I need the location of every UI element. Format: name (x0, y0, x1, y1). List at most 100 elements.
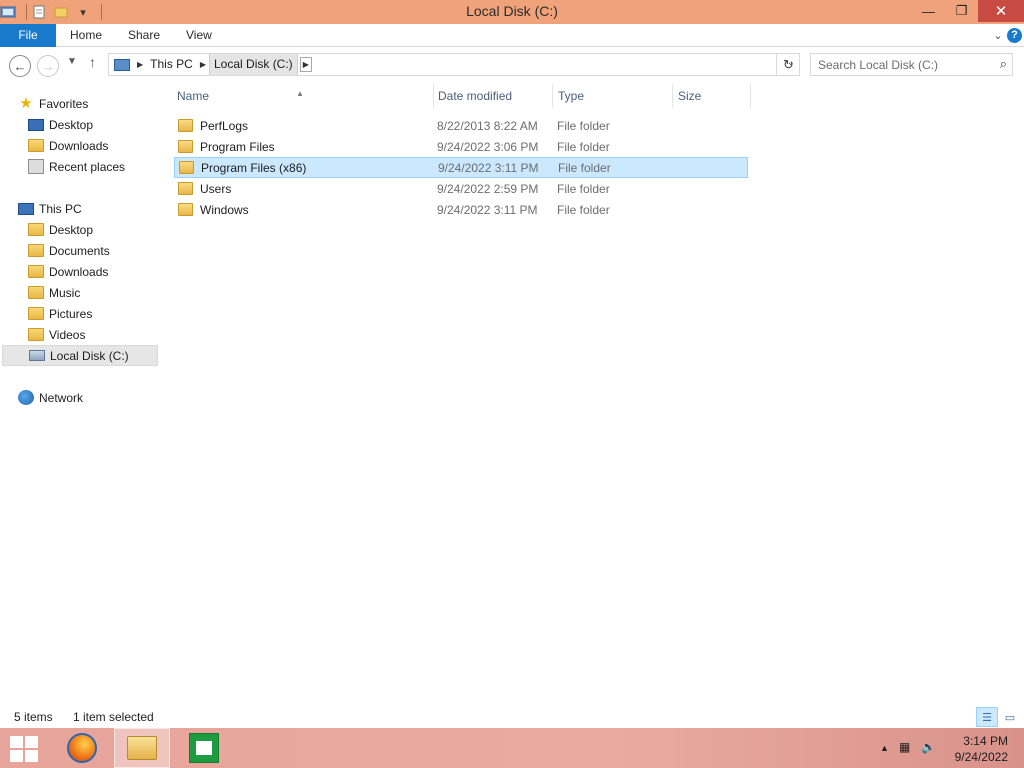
volume-muted-icon[interactable]: 🔈 (921, 740, 936, 754)
taskbar-firefox[interactable] (54, 728, 110, 768)
file-name: Windows (200, 202, 249, 217)
recent-locations-chevron-icon[interactable]: ▼ (67, 56, 77, 67)
list-item[interactable]: Windows 9/24/2022 3:11 PM File folder (174, 199, 748, 220)
taskbar-file-explorer[interactable] (114, 728, 170, 768)
list-item[interactable]: Program Files 9/24/2022 3:06 PM File fol… (174, 136, 748, 157)
file-list: Name ▲ Date modified Type Size PerfLogs … (172, 84, 1024, 704)
navigation-pane: ★ Favorites Desktop Downloads Recent pla… (0, 90, 166, 700)
sidebar-item-pictures[interactable]: Pictures (28, 303, 158, 324)
navigation-bar: ← → ▼ ↑ ▶ This PC ▶ Local Disk (C:) ▶ ⌄ … (0, 48, 1024, 82)
store-icon (189, 733, 219, 763)
windows-start-icon[interactable] (10, 736, 40, 762)
breadcrumb-local-disk[interactable]: Local Disk (C:) (209, 54, 298, 75)
window-controls: — ❐ ✕ (912, 0, 1024, 24)
sidebar-item-local-disk[interactable]: Local Disk (C:) (2, 345, 158, 366)
column-header-date-modified[interactable]: Date modified (433, 84, 553, 108)
tab-share[interactable]: Share (128, 24, 160, 47)
sidebar-item-label: Pictures (49, 306, 93, 321)
search-icon[interactable]: ⌕ (1000, 56, 1007, 72)
file-date-modified: 9/24/2022 3:11 PM (437, 202, 538, 217)
selection-count: 1 item selected (73, 710, 154, 724)
clock-time: 3:14 PM (963, 734, 1008, 748)
sort-ascending-icon: ▲ (296, 89, 304, 98)
sidebar-item-recent-places[interactable]: Recent places (28, 156, 158, 177)
file-date-modified: 9/24/2022 2:59 PM (437, 181, 539, 196)
up-arrow-icon[interactable]: ↑ (89, 54, 96, 70)
close-button[interactable]: ✕ (978, 0, 1024, 22)
file-type: File folder (557, 202, 610, 217)
file-explorer-icon (127, 736, 157, 760)
ribbon-tabs: File Home Share View ⌄ ? (0, 24, 1024, 47)
details-view-icon[interactable]: ☰ (976, 707, 998, 727)
search-box[interactable]: ⌕ (810, 53, 1013, 76)
firefox-icon (67, 733, 97, 763)
breadcrumb-arrow-icon[interactable]: ▶ (197, 60, 209, 69)
folder-icon (178, 182, 193, 195)
sidebar-item-documents[interactable]: Documents (28, 240, 158, 261)
taskbar-store[interactable] (176, 728, 232, 768)
desktop-icon (28, 118, 44, 131)
large-icons-view-icon[interactable]: ▭ (999, 707, 1021, 727)
file-name: Program Files (200, 139, 275, 154)
column-header-label: Name (177, 89, 210, 103)
file-type: File folder (558, 160, 611, 175)
minimize-button[interactable]: — (912, 0, 945, 22)
folder-icon (178, 119, 193, 132)
sidebar-item-desktop[interactable]: Desktop (28, 219, 158, 240)
file-type: File folder (557, 181, 610, 196)
status-bar: 5 items 1 item selected ☰ ▭ (0, 705, 1024, 728)
sidebar-item-this-pc[interactable]: This PC (18, 198, 158, 219)
sidebar-item-network[interactable]: Network (18, 387, 158, 408)
star-icon: ★ (19, 95, 33, 112)
sidebar-item-videos[interactable]: Videos (28, 324, 158, 345)
file-date-modified: 8/22/2013 8:22 AM (437, 118, 538, 133)
sidebar-item-label: Desktop (49, 222, 94, 237)
window-title: Local Disk (C:) (466, 3, 558, 19)
tab-view[interactable]: View (186, 24, 212, 47)
address-bar[interactable]: ▶ This PC ▶ Local Disk (C:) ▶ ⌄ (108, 53, 800, 76)
sidebar-item-label: Videos (49, 327, 86, 342)
breadcrumb-this-pc[interactable]: This PC (146, 54, 197, 75)
search-input[interactable] (811, 54, 989, 75)
list-item-selected[interactable]: Program Files (x86) 9/24/2022 3:11 PM Fi… (174, 157, 748, 178)
list-item[interactable]: PerfLogs 8/22/2013 8:22 AM File folder (174, 115, 748, 136)
network-status-icon[interactable]: ▦ (899, 740, 910, 754)
tab-file[interactable]: File (0, 24, 56, 47)
file-date-modified: 9/24/2022 3:06 PM (437, 139, 539, 154)
column-header-size[interactable]: Size (673, 84, 751, 108)
sidebar-item-favorites[interactable]: ★ Favorites (18, 93, 158, 114)
show-hidden-icons-icon[interactable]: ▲ (880, 743, 889, 753)
breadcrumb-arrow-icon[interactable]: ▶ (134, 60, 146, 69)
help-icon[interactable]: ? (1007, 27, 1022, 43)
sidebar-item-music[interactable]: Music (28, 282, 158, 303)
clock[interactable]: 3:14 PM 9/24/2022 (955, 733, 1008, 765)
breadcrumb: ▶ This PC ▶ Local Disk (C:) ▶ (109, 54, 312, 75)
file-name: Users (200, 181, 232, 196)
expand-ribbon-chevron-icon[interactable]: ⌄ (989, 26, 1007, 44)
sidebar-item-label: Desktop (49, 117, 94, 132)
refresh-icon[interactable]: ↻ (776, 53, 800, 76)
column-header-type[interactable]: Type (553, 84, 673, 108)
file-type: File folder (557, 118, 610, 133)
this-pc-icon (114, 58, 130, 71)
forward-button[interactable]: → (37, 55, 59, 77)
sidebar-item-downloads[interactable]: Downloads (28, 261, 158, 282)
restore-button[interactable]: ❐ (945, 0, 978, 22)
list-item[interactable]: Users 9/24/2022 2:59 PM File folder (174, 178, 748, 199)
documents-folder-icon (28, 244, 44, 257)
sidebar-item-favorites-downloads[interactable]: Downloads (28, 135, 158, 156)
clock-date: 9/24/2022 (954, 750, 1008, 764)
sidebar-item-favorites-desktop[interactable]: Desktop (28, 114, 158, 135)
back-button[interactable]: ← (9, 55, 31, 77)
tab-home[interactable]: Home (70, 24, 102, 47)
sidebar-item-label: Downloads (49, 138, 109, 153)
breadcrumb-arrow-icon[interactable]: ▶ (299, 57, 312, 72)
column-header-name[interactable]: Name ▲ (172, 84, 434, 108)
item-count: 5 items (14, 710, 53, 724)
network-icon (18, 390, 34, 405)
sidebar-item-label: Recent places (49, 159, 126, 174)
sidebar-item-label: Documents (49, 243, 110, 258)
sidebar-item-label: Music (49, 285, 81, 300)
local-disk-icon (29, 350, 45, 361)
folder-icon (178, 203, 193, 216)
